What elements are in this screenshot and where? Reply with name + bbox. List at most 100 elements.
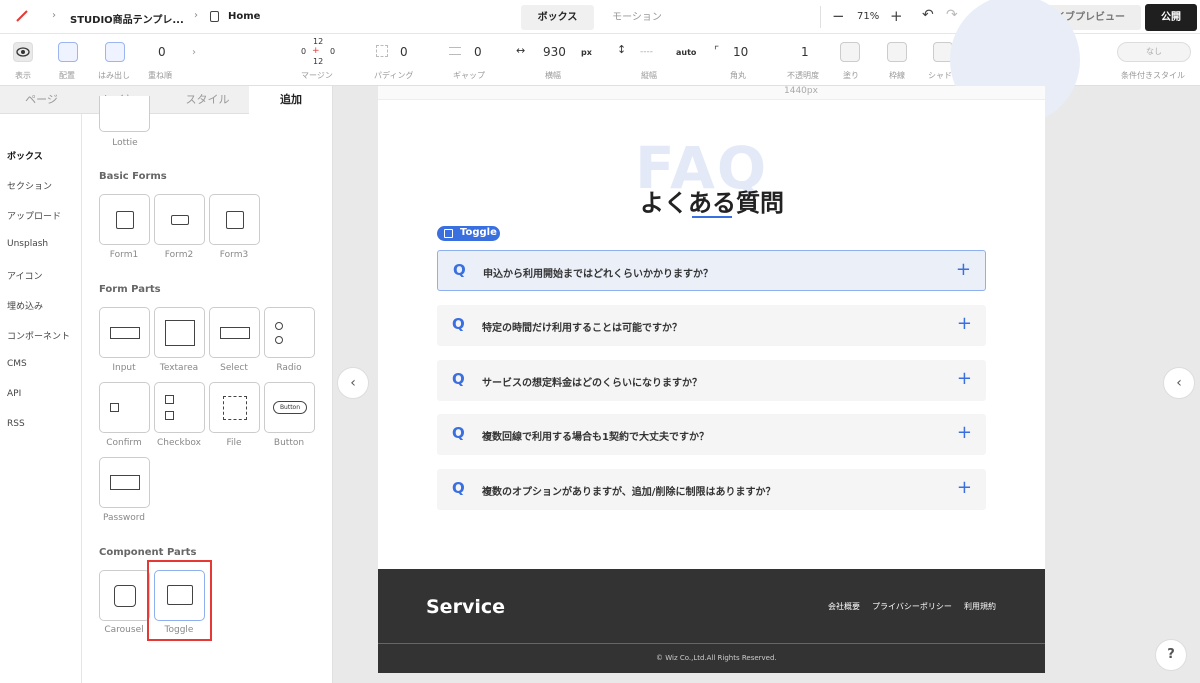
publish-button[interactable]: 公開 [1145,4,1197,31]
radio-tile[interactable] [264,307,315,358]
width-label: 横幅 [545,71,561,80]
height-unit[interactable]: auto [676,48,696,57]
toggle-selection-badge[interactable]: Toggle [437,226,500,241]
radius-value[interactable]: 10 [733,45,748,59]
zorder-label: 重ね順 [148,71,172,80]
arrange-label: 配置 [59,71,75,80]
faq-item[interactable]: Q 特定の時間だけ利用することは可能ですか？ + [437,305,986,346]
margin-top[interactable]: 12 [313,37,323,46]
toggle-label: Toggle [164,625,194,635]
button-tile[interactable]: Button [264,382,315,433]
zoom-out-button[interactable]: − [832,7,845,25]
plus-icon[interactable]: + [957,477,972,498]
conditional-style-button[interactable]: なし [1117,42,1191,62]
undo-icon[interactable]: ↶ [922,7,934,23]
redo-icon[interactable]: ↷ [946,7,958,23]
footer-link-privacy[interactable]: プライバシーポリシー [872,601,952,612]
category-icon[interactable]: アイコン [7,269,43,282]
canvas-width-guide [378,86,1045,100]
opacity-value[interactable]: 1 [801,45,809,59]
form-parts-heading: Form Parts [99,284,161,295]
plus-icon[interactable]: + [957,313,972,334]
breadcrumb-page[interactable]: Home [228,11,260,22]
arrange-icon[interactable] [58,42,78,62]
padding-label: パディング [374,71,414,80]
category-component[interactable]: コンポーネント [7,329,70,342]
margin-cross-icon: + [312,46,320,56]
margin-left[interactable]: 0 [301,47,306,56]
footer-link-company[interactable]: 会社概要 [828,601,860,612]
category-unsplash[interactable]: Unsplash [7,239,48,249]
lock-icon [110,475,140,490]
radius-icon: ⌜ [714,44,720,57]
faq-item[interactable]: Q サービスの想定料金はどのくらいになりますか？ + [437,360,986,401]
carousel-icon [114,585,136,607]
padding-icon[interactable] [376,45,388,57]
toggle-tile[interactable] [154,570,205,621]
plus-icon[interactable]: + [957,368,972,389]
footer-link-terms[interactable]: 利用規約 [964,601,996,612]
tab-add[interactable]: 追加 [249,86,332,114]
form2-tile[interactable] [154,194,205,245]
faq-item[interactable]: Q 複数回線で利用する場合も1契約で大丈夫ですか？ + [437,414,986,455]
toggle-badge-icon [444,229,453,238]
lottie-tile[interactable] [99,96,150,132]
help-button[interactable]: ? [1155,639,1187,671]
category-cms[interactable]: CMS [7,359,27,369]
canvas-width-label: 1440px [784,86,818,96]
confirm-tile[interactable] [99,382,150,433]
gap-value[interactable]: 0 [474,45,482,59]
width-unit[interactable]: px [581,48,592,57]
zoom-in-button[interactable]: + [890,7,903,25]
chevron-left-icon[interactable]: ‹ [337,367,369,399]
margin-right[interactable]: 0 [330,47,335,56]
tab-page[interactable]: ページ [0,86,83,114]
chevron-left-icon[interactable]: ‹ [1163,367,1195,399]
radio-label: Radio [276,363,302,373]
plus-icon[interactable]: + [957,422,972,443]
form1-tile[interactable] [99,194,150,245]
category-rss[interactable]: RSS [7,419,25,429]
border-swatch[interactable] [887,42,907,62]
input-tile[interactable] [99,307,150,358]
height-value[interactable]: ---- [640,47,653,57]
tab-style[interactable]: スタイル [166,86,249,114]
button-icon: Button [273,401,307,414]
tab-box[interactable]: ボックス [521,5,594,30]
carousel-tile[interactable] [99,570,150,621]
fill-swatch[interactable] [840,42,860,62]
margin-bottom[interactable]: 12 [313,57,323,66]
eye-icon[interactable] [13,42,33,62]
overflow-icon[interactable] [105,42,125,62]
file-tile[interactable] [209,382,260,433]
breadcrumb-project[interactable]: STUDIO商品テンプレ... [70,11,184,26]
plus-icon[interactable]: + [956,259,971,280]
category-upload[interactable]: アップロード [7,209,61,222]
checkbox-tile[interactable] [154,382,205,433]
zorder-value[interactable]: 0 [158,45,166,59]
gap-icon[interactable] [449,47,461,55]
site-footer[interactable]: Service 会社概要 プライバシーポリシー 利用規約 © Wiz Co.,L… [378,569,1045,673]
select-tile[interactable] [209,307,260,358]
category-box[interactable]: ボックス [7,149,43,162]
studio-logo-icon[interactable] [14,8,30,24]
form3-tile[interactable] [209,194,260,245]
tab-motion[interactable]: モーション [597,5,677,30]
footer-divider [378,643,1045,644]
page-icon [210,11,219,22]
title-underline [692,216,732,218]
category-embed[interactable]: 埋め込み [7,299,43,312]
form-icon [226,211,244,229]
footer-logo: Service [426,596,505,618]
zoom-level[interactable]: 71% [857,11,879,22]
category-section[interactable]: セクション [7,179,52,192]
chevron-right-icon[interactable]: › [192,47,196,58]
textarea-tile[interactable] [154,307,205,358]
faq-item[interactable]: Q 申込から利用開始まではどれくらいかかりますか？ + [437,250,986,291]
faq-item[interactable]: Q 複数のオプションがありますが、追加/削除に制限はありますか？ + [437,469,986,510]
form-icon [116,211,134,229]
password-tile[interactable] [99,457,150,508]
category-api[interactable]: API [7,389,21,399]
width-value[interactable]: 930 [543,45,566,59]
padding-value[interactable]: 0 [400,45,408,59]
